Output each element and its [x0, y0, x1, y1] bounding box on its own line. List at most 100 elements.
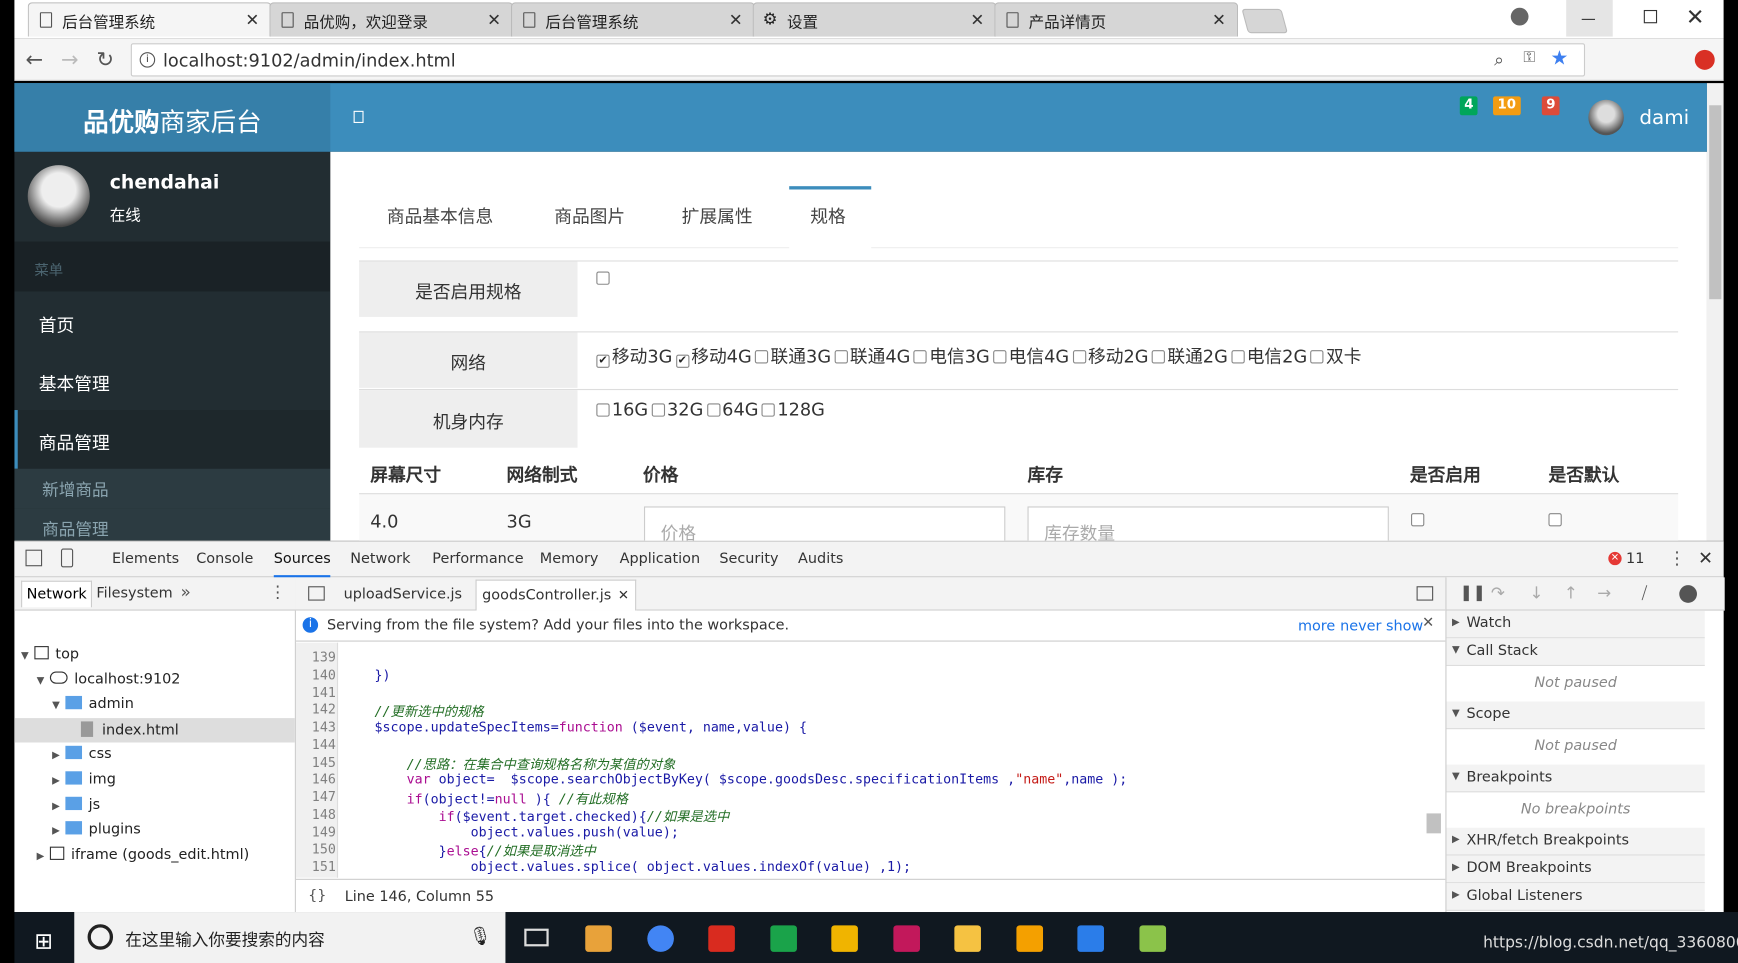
- collapsed-arrow-icon[interactable]: ▶: [37, 851, 50, 862]
- task-view-icon[interactable]: [524, 928, 549, 947]
- more-link[interactable]: more: [1298, 618, 1335, 635]
- section-breakpoints[interactable]: ▼ Breakpoints: [1446, 764, 1705, 793]
- line-number[interactable]: 140: [296, 667, 336, 683]
- username[interactable]: dami: [1639, 106, 1689, 129]
- close-tab-icon[interactable]: ✕: [487, 10, 501, 30]
- price-input[interactable]: 价格: [643, 506, 1006, 541]
- user-avatar[interactable]: [1588, 99, 1624, 136]
- devtools-tab-memory[interactable]: Memory: [540, 551, 599, 568]
- url-field[interactable]: i localhost:9102/admin/index.html ⌕ ⚿ ★: [130, 43, 1586, 77]
- minimize-button[interactable]: [1566, 0, 1613, 37]
- close-tab-icon[interactable]: ✕: [729, 10, 743, 30]
- pause-icon[interactable]: ❚❚: [1460, 584, 1486, 602]
- tree-item[interactable]: ▼ admin: [14, 693, 294, 717]
- browser-tab[interactable]: 后台管理系统 ✕: [27, 2, 272, 37]
- expanded-arrow-icon[interactable]: ▼: [52, 701, 65, 712]
- device-toolbar-icon[interactable]: [60, 548, 74, 568]
- network-option-checkbox[interactable]: [834, 350, 848, 364]
- network-option-checkbox[interactable]: [755, 350, 769, 364]
- tree-item[interactable]: ▶ iframe (goods_edit.html): [14, 843, 294, 867]
- sidebar-subitem-goods-manage[interactable]: 商品管理: [14, 508, 331, 541]
- section-global-listeners[interactable]: ▶ Global Listeners: [1446, 883, 1705, 911]
- file-tab-upload-service[interactable]: uploadService.js: [344, 586, 462, 603]
- memory-option-checkbox[interactable]: [651, 403, 665, 417]
- sidebar-item-goods[interactable]: 商品管理: [14, 410, 331, 469]
- devtools-tab-security[interactable]: Security: [719, 551, 778, 568]
- tree-item[interactable]: ▼ localhost:9102: [14, 668, 294, 692]
- error-icon[interactable]: ✕: [1608, 551, 1622, 566]
- step-over-icon[interactable]: ↷: [1491, 583, 1505, 603]
- taskbar-app-icon[interactable]: [1138, 925, 1166, 952]
- taskbar-app-icon[interactable]: [892, 925, 920, 952]
- code-line[interactable]: var object= $scope.searchObjectByKey( $s…: [343, 772, 1128, 788]
- taskbar-app-icon[interactable]: [769, 925, 797, 952]
- line-number[interactable]: 151: [296, 859, 336, 875]
- code-line[interactable]: //更新选中的规格: [343, 702, 484, 721]
- network-option-checkbox[interactable]: [1072, 350, 1086, 364]
- network-option-checkbox[interactable]: ✔: [675, 354, 689, 368]
- code-line[interactable]: $scope.updateSpecItems=function ($event,…: [343, 719, 807, 735]
- taskbar-app-icon[interactable]: [585, 925, 612, 952]
- memory-option-checkbox[interactable]: [596, 403, 610, 417]
- default-checkbox[interactable]: [1548, 513, 1562, 527]
- nav-tab-filesystem[interactable]: Filesystem: [96, 585, 172, 602]
- code-line[interactable]: }): [343, 667, 391, 683]
- stock-input[interactable]: 库存数量: [1027, 506, 1389, 541]
- pause-on-exceptions-icon[interactable]: [1679, 585, 1697, 603]
- memory-option-checkbox[interactable]: [761, 403, 776, 417]
- zoom-icon[interactable]: ⌕: [1494, 49, 1504, 71]
- section-watch[interactable]: ▶ Watch: [1446, 610, 1705, 639]
- browser-tab[interactable]: 品优购，欢迎登录 ✕: [269, 2, 514, 37]
- close-infobar-icon[interactable]: ✕: [1422, 615, 1434, 632]
- enabled-checkbox[interactable]: [1411, 513, 1425, 527]
- line-number[interactable]: 141: [296, 684, 336, 700]
- tab-basic-info[interactable]: 商品基本信息: [387, 202, 493, 229]
- network-option-checkbox[interactable]: [993, 350, 1007, 364]
- close-devtools-button[interactable]: ✕: [1698, 547, 1713, 568]
- line-number[interactable]: 145: [296, 754, 336, 770]
- notification-badge-orange[interactable]: 10: [1493, 96, 1521, 116]
- code-line[interactable]: }else{//如果是取消选中: [343, 841, 596, 860]
- taskbar-app-icon[interactable]: [1015, 925, 1043, 952]
- expanded-arrow-icon[interactable]: ▼: [37, 676, 50, 687]
- section-dom-breakpoints[interactable]: ▶ DOM Breakpoints: [1446, 855, 1705, 884]
- expanded-arrow-icon[interactable]: ▼: [21, 650, 34, 661]
- forward-button[interactable]: →: [61, 48, 79, 72]
- microphone-icon[interactable]: 🎙: [469, 925, 492, 946]
- collapsed-arrow-icon[interactable]: ▶: [52, 826, 65, 837]
- step-into-icon[interactable]: ↓: [1530, 583, 1544, 603]
- enable-spec-checkbox[interactable]: [596, 271, 610, 285]
- line-number[interactable]: 139: [296, 649, 336, 665]
- navigator-menu-icon[interactable]: ⋮: [269, 582, 286, 602]
- editor-scrollbar[interactable]: [1426, 647, 1441, 874]
- inspect-element-icon[interactable]: [25, 549, 43, 567]
- notification-badge-green[interactable]: 4: [1459, 96, 1478, 116]
- network-option-checkbox[interactable]: [1231, 350, 1245, 364]
- back-button[interactable]: ←: [25, 48, 43, 72]
- reload-button[interactable]: ↻: [96, 48, 114, 72]
- close-tab-icon[interactable]: ✕: [618, 587, 629, 603]
- file-tab-goods-controller[interactable]: goodsController.js ✕: [475, 579, 637, 611]
- tree-item[interactable]: ▼ top: [14, 643, 294, 667]
- notification-badge-red[interactable]: 9: [1541, 96, 1560, 116]
- browser-tab[interactable]: 产品详情页 ✕: [994, 2, 1239, 37]
- browser-tab[interactable]: ⚙ 设置 ✕: [752, 2, 997, 37]
- close-window-button[interactable]: ✕: [1686, 3, 1705, 30]
- devtools-tab-audits[interactable]: Audits: [798, 551, 843, 568]
- error-count[interactable]: 11: [1626, 551, 1644, 568]
- line-number[interactable]: 143: [296, 719, 336, 735]
- line-number[interactable]: 147: [296, 789, 336, 805]
- line-number[interactable]: 144: [296, 737, 336, 753]
- code-line[interactable]: object.values.splice( object.values.inde…: [343, 859, 911, 875]
- devtools-tab-network[interactable]: Network: [350, 551, 410, 568]
- code-line[interactable]: if(object!=null ){ //有此规格: [343, 789, 628, 808]
- nav-tab-network[interactable]: Network: [21, 580, 93, 608]
- taskbar-app-icon[interactable]: [646, 925, 674, 952]
- tree-item[interactable]: ▶ css: [14, 743, 294, 767]
- restore-button[interactable]: [1643, 9, 1658, 24]
- devtools-tab-performance[interactable]: Performance: [432, 551, 523, 568]
- collapsed-arrow-icon[interactable]: ▶: [52, 751, 65, 762]
- tree-item[interactable]: ▶ plugins: [14, 818, 294, 842]
- line-number[interactable]: 142: [296, 702, 336, 718]
- more-options-icon[interactable]: ⋮: [1668, 547, 1686, 568]
